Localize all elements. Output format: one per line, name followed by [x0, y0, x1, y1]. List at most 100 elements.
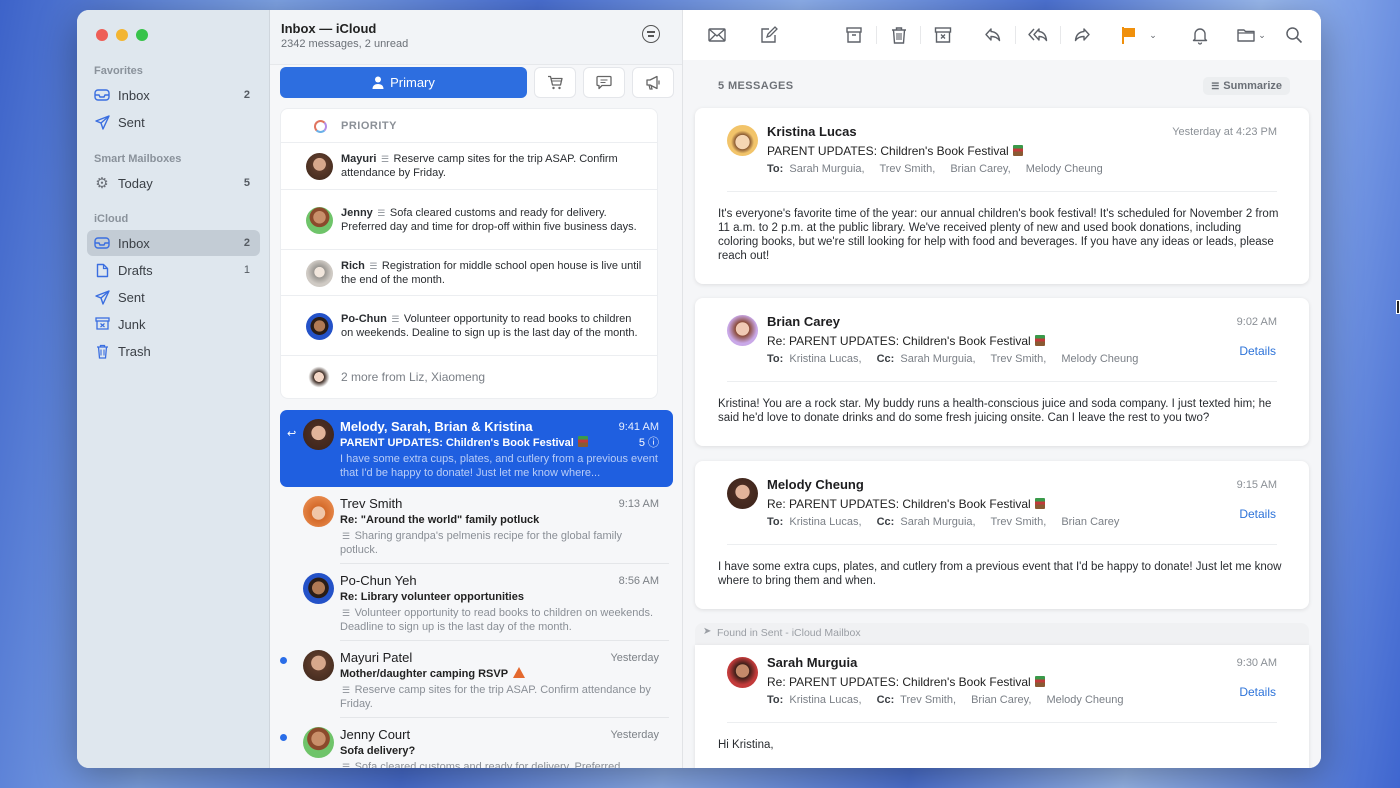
- avatar: [303, 496, 334, 527]
- paperplane-icon: [94, 114, 110, 130]
- recipient[interactable]: Sarah Murguia,: [900, 516, 975, 528]
- message-row[interactable]: Trev Smith 9:13 AM Re: "Around the world…: [270, 487, 683, 564]
- priority-item[interactable]: Po-Chun ☰ Volunteer opportunity to read …: [281, 296, 657, 356]
- shopping-cart-icon: [547, 75, 563, 90]
- details-link[interactable]: Details: [1239, 507, 1276, 521]
- list-header: Inbox — iCloud 2342 messages, 2 unread: [270, 10, 682, 65]
- priority-item[interactable]: Rich ☰ Registration for middle school op…: [281, 250, 657, 296]
- filter-icon[interactable]: [642, 25, 660, 43]
- recipient[interactable]: Brian Carey,: [950, 163, 1010, 175]
- person-icon: [372, 76, 384, 89]
- get-mail-button[interactable]: [706, 24, 728, 46]
- zoom-window-button[interactable]: [136, 29, 148, 41]
- priority-sender: Mayuri: [341, 153, 377, 165]
- recipient[interactable]: Kristina Lucas,: [789, 694, 861, 706]
- toolbar-divider: [920, 26, 921, 44]
- message-subject: Mother/daughter camping RSVP: [340, 667, 659, 681]
- message-time: 8:56 AM: [618, 575, 659, 587]
- recipient[interactable]: Sarah Murguia,: [900, 353, 975, 365]
- sidebar-item-today[interactable]: ⚙ Today 5: [87, 170, 260, 196]
- category-primary-tab[interactable]: Primary: [280, 67, 527, 98]
- recipient[interactable]: Brian Carey: [1061, 516, 1119, 528]
- window-controls: [96, 29, 148, 41]
- bell-icon: [1192, 28, 1208, 45]
- archive-button[interactable]: [843, 24, 865, 46]
- priority-item[interactable]: Jenny ☰ Sofa cleared customs and ready f…: [281, 190, 657, 250]
- chat-bubble-icon: [596, 75, 612, 90]
- priority-item[interactable]: Mayuri ☰ Reserve camp sites for the trip…: [281, 143, 657, 190]
- sidebar-item-label: Drafts: [118, 262, 153, 278]
- junk-button[interactable]: [932, 24, 954, 46]
- category-transactions-tab[interactable]: [583, 67, 625, 98]
- recipient[interactable]: Trev Smith,: [990, 516, 1046, 528]
- avatar: [303, 727, 334, 758]
- priority-sender: Po-Chun: [341, 312, 387, 325]
- recipient[interactable]: Melody Cheung: [1046, 694, 1123, 706]
- message-card[interactable]: Kristina Lucas Yesterday at 4:23 PM PARE…: [695, 108, 1309, 284]
- message-row[interactable]: Jenny Court Yesterday Sofa delivery? ☰ S…: [270, 718, 683, 768]
- sidebar-item-junk[interactable]: Junk: [87, 311, 260, 337]
- message-card[interactable]: Melody Cheung 9:15 AM Details Re: PARENT…: [695, 461, 1309, 609]
- tent-emoji-icon: [513, 667, 526, 678]
- category-shopping-tab[interactable]: [534, 67, 576, 98]
- recipient[interactable]: Kristina Lucas,: [789, 516, 861, 528]
- unread-count: 2: [243, 89, 250, 101]
- priority-icon: [314, 120, 327, 133]
- delete-button[interactable]: [888, 24, 910, 46]
- card-sender: Sarah Murguia: [767, 655, 858, 670]
- avatar: [727, 657, 758, 688]
- minimize-window-button[interactable]: [116, 29, 128, 41]
- sidebar-item-drafts[interactable]: Drafts 1: [87, 257, 260, 283]
- recipient[interactable]: Melody Cheung: [1061, 353, 1138, 365]
- priority-sender: Jenny: [341, 206, 373, 219]
- envelope-icon: [708, 28, 726, 42]
- recipient[interactable]: Trev Smith,: [900, 694, 956, 706]
- summarize-button[interactable]: ☰ Summarize: [1203, 77, 1290, 95]
- close-window-button[interactable]: [96, 29, 108, 41]
- compose-button[interactable]: [758, 24, 780, 46]
- sidebar-item-favorites-sent[interactable]: Sent: [87, 109, 260, 135]
- message-card[interactable]: Brian Carey 9:02 AM Details Re: PARENT U…: [695, 298, 1309, 446]
- avatar: [306, 312, 333, 340]
- recipient[interactable]: Brian Carey,: [971, 694, 1031, 706]
- flag-menu-button[interactable]: ⌄: [1147, 24, 1159, 46]
- unread-indicator: [280, 734, 287, 741]
- sidebar-item-icloud-inbox[interactable]: Inbox 2: [87, 230, 260, 256]
- recipient[interactable]: Sarah Murguia,: [789, 163, 864, 175]
- sidebar-item-favorites-inbox[interactable]: Inbox 2: [87, 82, 260, 108]
- megaphone-icon: [645, 75, 660, 90]
- details-link[interactable]: Details: [1239, 685, 1276, 699]
- message-list-pane: Inbox — iCloud 2342 messages, 2 unread P…: [270, 10, 683, 768]
- message-row[interactable]: Po-Chun Yeh 8:56 AM Re: Library voluntee…: [270, 564, 683, 641]
- sidebar-item-trash[interactable]: Trash: [87, 338, 260, 364]
- recipient[interactable]: Melody Cheung: [1026, 163, 1103, 175]
- to-label: To:: [767, 694, 784, 706]
- notify-button[interactable]: [1189, 24, 1211, 46]
- flag-button[interactable]: [1118, 24, 1140, 46]
- search-button[interactable]: [1283, 24, 1305, 46]
- reply-all-button[interactable]: [1027, 24, 1049, 46]
- move-to-button[interactable]: ⌄: [1234, 24, 1268, 46]
- summary-icon: ☰: [378, 154, 392, 164]
- category-promotions-tab[interactable]: [632, 67, 674, 98]
- priority-more-button[interactable]: 2 more from Liz, Xiaomeng: [281, 356, 657, 398]
- message-card[interactable]: Sarah Murguia 9:30 AM Details Re: PARENT…: [695, 645, 1309, 768]
- sidebar: Favorites Inbox 2 Sent Smart Mailboxes ⚙…: [77, 10, 270, 768]
- sidebar-item-sent[interactable]: Sent: [87, 284, 260, 310]
- message-row[interactable]: Mayuri Patel Yesterday Mother/daughter c…: [270, 641, 683, 718]
- toolbar-divider: [1015, 26, 1016, 44]
- recipient[interactable]: Trev Smith,: [990, 353, 1046, 365]
- books-emoji-icon: [577, 436, 588, 447]
- priority-more-label: 2 more from Liz, Xiaomeng: [341, 370, 486, 384]
- message-row-selected[interactable]: ↩ Melody, Sarah, Brian & Kristina 9:41 A…: [280, 410, 673, 487]
- thread-count[interactable]: 5 ⓘ: [639, 436, 659, 450]
- recipient[interactable]: Trev Smith,: [879, 163, 935, 175]
- forward-button[interactable]: [1071, 24, 1093, 46]
- tray-icon: [94, 235, 110, 251]
- details-link[interactable]: Details: [1239, 344, 1276, 358]
- to-label: To:: [767, 163, 784, 175]
- mouse-cursor: [1396, 300, 1400, 314]
- document-icon: [94, 262, 110, 278]
- reply-button[interactable]: [982, 24, 1004, 46]
- recipient[interactable]: Kristina Lucas,: [789, 353, 861, 365]
